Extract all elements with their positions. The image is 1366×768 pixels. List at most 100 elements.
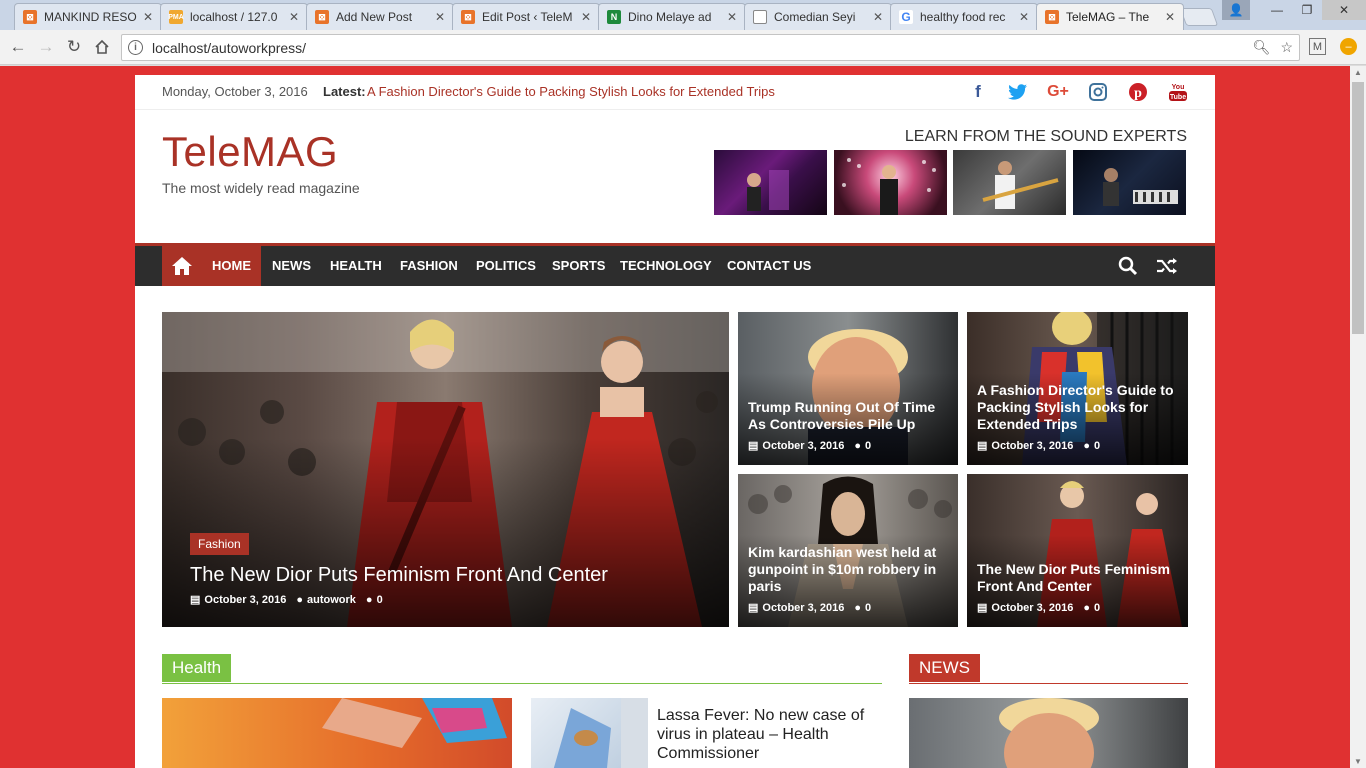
tab-title: healthy food rec [920, 10, 1006, 24]
site-logo[interactable]: TeleMAG [162, 128, 338, 176]
browser-tab-active[interactable]: ⊠ TeleMAG – The ✕ [1036, 3, 1184, 30]
category-badge[interactable]: Fashion [190, 533, 249, 555]
section-divider [162, 683, 882, 684]
browser-tab[interactable]: G healthy food rec ✕ [890, 3, 1038, 30]
menu-item-politics[interactable]: POLITICS [466, 246, 546, 286]
svg-text:You: You [1172, 84, 1185, 91]
close-icon[interactable]: ✕ [435, 10, 445, 24]
post-date[interactable]: October 3, 2016 [991, 440, 1073, 452]
close-icon[interactable]: ✕ [1019, 10, 1029, 24]
featured-main-title[interactable]: The New Dior Puts Feminism Front And Cen… [190, 563, 721, 587]
new-tab-button[interactable] [1179, 8, 1219, 26]
comment-count[interactable]: 0 [865, 602, 871, 614]
restore-button[interactable]: ❐ [1292, 0, 1322, 20]
extension-icon[interactable]: M [1309, 38, 1326, 55]
section-heading-news[interactable]: NEWS [909, 654, 980, 682]
featured-main-slide[interactable]: Fashion The New Dior Puts Feminism Front… [162, 312, 729, 627]
forward-button[interactable]: → [35, 36, 57, 58]
close-window-button[interactable]: ✕ [1322, 0, 1366, 20]
comment-icon: ● [854, 601, 861, 614]
browser-tab[interactable]: ⊠ MANKIND RESO ✕ [14, 3, 162, 30]
health-thumbnail[interactable] [531, 698, 648, 768]
grid-item-title[interactable]: The New Dior Puts Feminism Front And Cen… [977, 561, 1180, 595]
pinterest-icon[interactable]: p [1125, 81, 1151, 103]
back-button[interactable]: ← [7, 36, 29, 58]
browser-tab[interactable]: N Dino Melaye ad ✕ [598, 3, 746, 30]
post-date[interactable]: October 3, 2016 [991, 602, 1073, 614]
calendar-icon: ▤ [748, 440, 759, 452]
promo-image[interactable] [714, 150, 827, 215]
browser-tab[interactable]: PMA localhost / 127.0 ✕ [160, 3, 308, 30]
page-scrollbar[interactable]: ▲ ▼ [1350, 66, 1366, 768]
browser-toolbar: ← → ↻ i localhost/autoworkpress/ 🔍︎ ☆ M … [0, 30, 1366, 65]
svg-text:Tube: Tube [1170, 94, 1186, 101]
reload-button[interactable]: ↻ [63, 36, 85, 58]
minimize-button[interactable]: — [1262, 0, 1292, 20]
star-icon[interactable]: ☆ [1280, 39, 1293, 56]
google-plus-icon[interactable]: G+ [1045, 81, 1071, 103]
facebook-icon[interactable]: f [965, 81, 991, 103]
info-icon[interactable]: i [128, 40, 143, 55]
promo-image[interactable] [1073, 150, 1186, 215]
comment-icon: ● [1083, 439, 1090, 452]
menu-item-sports[interactable]: SPORTS [542, 246, 615, 286]
scrollbar-thumb[interactable] [1352, 82, 1364, 334]
menu-item-contact-us[interactable]: CONTACT US [717, 246, 821, 286]
browser-tab[interactable]: Comedian Seyi ✕ [744, 3, 892, 30]
featured-grid-item[interactable]: Kim kardashian west held at gunpoint in … [738, 474, 958, 627]
menu-item-fashion[interactable]: FASHION [390, 246, 468, 286]
close-icon[interactable]: ✕ [289, 10, 299, 24]
scroll-down-icon[interactable]: ▼ [1354, 757, 1362, 766]
browser-tab[interactable]: ⊠ Edit Post ‹ TeleM ✕ [452, 3, 600, 30]
tab-title: MANKIND RESO [44, 10, 137, 24]
post-date[interactable]: October 3, 2016 [762, 602, 844, 614]
random-icon[interactable] [1155, 254, 1179, 278]
menu-icon[interactable]: – [1340, 38, 1357, 55]
address-bar[interactable]: i localhost/autoworkpress/ 🔍︎ ☆ [121, 34, 1300, 61]
health-feature-image[interactable] [162, 698, 512, 768]
main-menu: HOME NEWS HEALTH FASHION POLITICS SPORTS… [135, 243, 1215, 286]
scroll-up-icon[interactable]: ▲ [1354, 68, 1362, 77]
post-author[interactable]: autowork [307, 594, 356, 606]
close-icon[interactable]: ✕ [143, 10, 153, 24]
zoom-icon[interactable]: 🔍︎ [1253, 39, 1271, 56]
section-heading-health[interactable]: Health [162, 654, 232, 682]
menu-item-news[interactable]: NEWS [262, 246, 321, 286]
latest-news-link[interactable]: A Fashion Director's Guide to Packing St… [367, 84, 775, 99]
grid-item-title[interactable]: A Fashion Director's Guide to Packing St… [977, 382, 1180, 433]
news-feature-image[interactable] [909, 698, 1188, 768]
menu-item-technology[interactable]: TECHNOLOGY [610, 246, 722, 286]
site-container: Monday, October 3, 2016 Latest: A Fashio… [135, 75, 1215, 768]
health-side-title[interactable]: Lassa Fever: No new case of virus in pla… [657, 706, 877, 763]
browser-tab[interactable]: ⊠ Add New Post ✕ [306, 3, 454, 30]
grid-item-title[interactable]: Kim kardashian west held at gunpoint in … [748, 544, 950, 595]
close-icon[interactable]: ✕ [873, 10, 883, 24]
calendar-icon: ▤ [190, 594, 201, 606]
promo-image[interactable] [834, 150, 947, 215]
menu-item-home[interactable]: HOME [202, 246, 261, 286]
youtube-icon[interactable]: You Tube [1165, 81, 1191, 103]
post-date[interactable]: October 3, 2016 [762, 440, 844, 452]
calendar-icon: ▤ [977, 602, 988, 614]
promo-image[interactable] [953, 150, 1066, 215]
instagram-icon[interactable] [1085, 81, 1111, 103]
comment-count[interactable]: 0 [865, 440, 871, 452]
comment-count[interactable]: 0 [1094, 602, 1100, 614]
comment-count[interactable]: 0 [377, 594, 383, 606]
search-icon[interactable] [1116, 254, 1140, 278]
post-date[interactable]: October 3, 2016 [204, 594, 286, 606]
twitter-icon[interactable] [1005, 81, 1031, 103]
user-icon[interactable]: 👤 [1222, 0, 1250, 20]
close-icon[interactable]: ✕ [727, 10, 737, 24]
featured-grid-item[interactable]: The New Dior Puts Feminism Front And Cen… [967, 474, 1188, 627]
featured-grid-item[interactable]: Trump Running Out Of Time As Controversi… [738, 312, 958, 465]
close-icon[interactable]: ✕ [581, 10, 591, 24]
grid-item-title[interactable]: Trump Running Out Of Time As Controversi… [748, 399, 950, 433]
home-icon[interactable] [91, 36, 113, 58]
close-icon[interactable]: ✕ [1165, 10, 1175, 24]
promo-title: LEARN FROM THE SOUND EXPERTS [904, 128, 1187, 145]
featured-grid-item[interactable]: A Fashion Director's Guide to Packing St… [967, 312, 1188, 465]
home-icon[interactable] [162, 246, 202, 286]
comment-count[interactable]: 0 [1094, 440, 1100, 452]
menu-item-health[interactable]: HEALTH [320, 246, 392, 286]
